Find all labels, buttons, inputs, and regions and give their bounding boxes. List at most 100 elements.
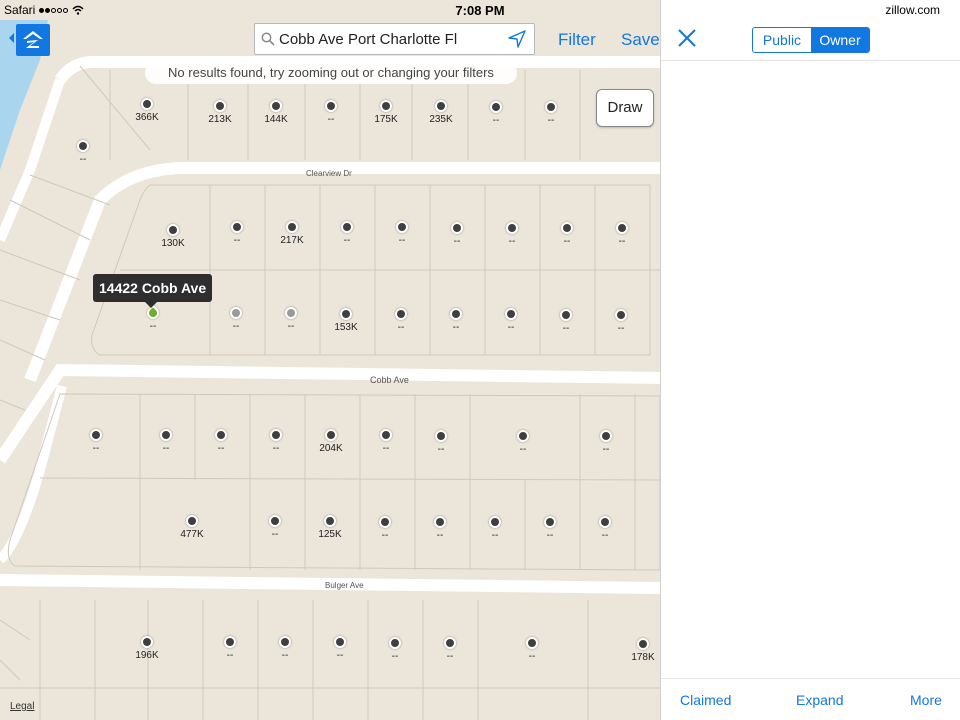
property-pin[interactable]: --: [380, 429, 392, 454]
property-pin[interactable]: --: [434, 516, 446, 541]
pin-price: --: [272, 443, 280, 454]
status-bar: Safari 7:08 PM: [0, 0, 960, 20]
property-pin[interactable]: --: [490, 101, 502, 126]
property-pin[interactable]: --: [279, 636, 291, 661]
selected-address-callout[interactable]: 14422 Cobb Ave: [93, 274, 213, 308]
location-arrow-icon[interactable]: [508, 30, 526, 48]
map-view[interactable]: Clearview Dr Cobb Ave Bulger Ave 366K 21…: [0, 0, 660, 720]
property-pin[interactable]: --: [285, 307, 297, 332]
pin-price: --: [149, 321, 157, 332]
close-icon[interactable]: [678, 29, 696, 47]
pin-price: --: [281, 650, 289, 661]
property-pin[interactable]: --: [90, 429, 102, 454]
property-pin[interactable]: --: [451, 222, 463, 247]
property-pin[interactable]: --: [599, 516, 611, 541]
pin-price: --: [233, 235, 241, 246]
property-pin[interactable]: 125K: [318, 515, 342, 540]
property-pin[interactable]: 144K: [264, 100, 288, 125]
pin-price: --: [601, 530, 609, 541]
street-label-cobb: Cobb Ave: [370, 375, 409, 385]
filter-button[interactable]: Filter: [558, 30, 596, 50]
property-pin[interactable]: --: [325, 100, 337, 125]
property-pin[interactable]: --: [396, 221, 408, 246]
property-pin[interactable]: --: [561, 222, 573, 247]
property-pin-selected[interactable]: --: [144, 304, 162, 332]
pin-price: 235K: [429, 114, 453, 125]
property-pin[interactable]: --: [600, 430, 612, 455]
pin-price: --: [453, 236, 461, 247]
property-pin[interactable]: --: [215, 429, 227, 454]
save-button[interactable]: Save: [621, 30, 660, 50]
pin-price: 125K: [318, 529, 342, 540]
pin-price: 144K: [264, 114, 288, 125]
pin-price: --: [617, 323, 625, 334]
property-pin[interactable]: 178K: [631, 638, 655, 663]
search-icon: [261, 32, 275, 46]
panel-footer: Claimed Expand More: [661, 678, 960, 720]
pin-price: --: [528, 651, 536, 662]
property-pin[interactable]: --: [269, 515, 281, 540]
property-pin[interactable]: 366K: [135, 98, 159, 123]
expand-button[interactable]: Expand: [796, 692, 843, 708]
property-pin[interactable]: 477K: [180, 515, 204, 540]
pin-price: --: [217, 443, 225, 454]
property-pin[interactable]: --: [395, 308, 407, 333]
property-pin[interactable]: --: [450, 308, 462, 333]
property-pin[interactable]: --: [517, 430, 529, 455]
property-pin[interactable]: --: [224, 636, 236, 661]
pin-price: --: [232, 321, 240, 332]
property-pin[interactable]: --: [334, 636, 346, 661]
property-pin[interactable]: --: [230, 307, 242, 332]
pin-price: --: [327, 114, 335, 125]
property-pin[interactable]: 235K: [429, 100, 453, 125]
property-pin[interactable]: --: [160, 429, 172, 454]
property-pin[interactable]: --: [616, 222, 628, 247]
pin-price: --: [92, 443, 100, 454]
property-pin[interactable]: --: [506, 222, 518, 247]
property-pin[interactable]: --: [526, 637, 538, 662]
property-pin[interactable]: 130K: [161, 224, 185, 249]
pin-price: --: [397, 322, 405, 333]
more-button[interactable]: More: [910, 692, 942, 708]
property-pin[interactable]: --: [341, 221, 353, 246]
property-pin[interactable]: --: [444, 637, 456, 662]
property-pin[interactable]: --: [389, 637, 401, 662]
pin-price: --: [491, 530, 499, 541]
pin-price: --: [519, 444, 527, 455]
property-pin[interactable]: --: [489, 516, 501, 541]
property-pin[interactable]: --: [270, 429, 282, 454]
property-pin[interactable]: --: [435, 430, 447, 455]
property-pin[interactable]: 153K: [334, 308, 358, 333]
pin-price: --: [602, 444, 610, 455]
search-input[interactable]: [279, 29, 504, 49]
property-pin[interactable]: --: [505, 308, 517, 333]
property-pin[interactable]: 175K: [374, 100, 398, 125]
legal-link[interactable]: Legal: [10, 701, 34, 712]
pin-price: 204K: [319, 443, 343, 454]
back-icon[interactable]: [9, 33, 14, 43]
property-pin[interactable]: --: [615, 309, 627, 334]
zillow-logo-icon: [23, 31, 43, 48]
property-pin[interactable]: --: [379, 516, 391, 541]
property-pin[interactable]: --: [544, 516, 556, 541]
toggle-public[interactable]: Public: [753, 28, 811, 52]
search-bar[interactable]: [254, 23, 535, 55]
property-pin[interactable]: --: [560, 309, 572, 334]
pin-price: --: [271, 529, 279, 540]
property-pin[interactable]: 196K: [135, 636, 159, 661]
property-pin[interactable]: 204K: [319, 429, 343, 454]
claimed-button[interactable]: Claimed: [680, 692, 731, 708]
property-pin[interactable]: --: [545, 101, 557, 126]
pin-price: --: [436, 530, 444, 541]
draw-button[interactable]: Draw: [596, 89, 654, 127]
pin-price: --: [446, 651, 454, 662]
pin-price: --: [492, 115, 500, 126]
property-pin[interactable]: --: [231, 221, 243, 246]
pin-price: --: [162, 443, 170, 454]
property-pin[interactable]: --: [77, 140, 89, 165]
toggle-owner[interactable]: Owner: [811, 28, 869, 52]
property-pin[interactable]: 217K: [280, 221, 304, 246]
property-panel: zillow.com Public Owner Claimed Expand M…: [660, 0, 960, 720]
zillow-logo[interactable]: [16, 24, 50, 56]
property-pin[interactable]: 213K: [208, 100, 232, 125]
